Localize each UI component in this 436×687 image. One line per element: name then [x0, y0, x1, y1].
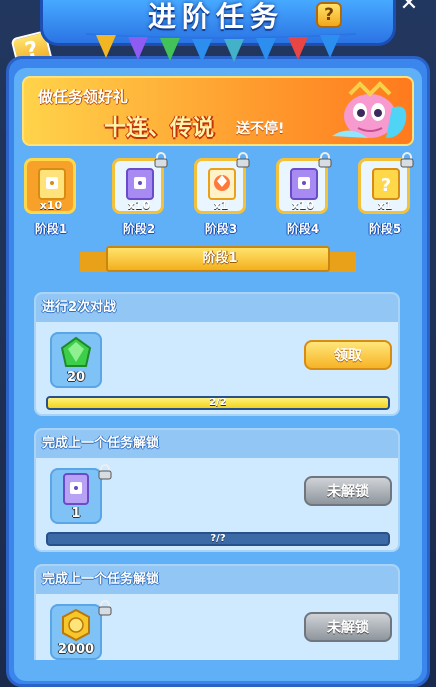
page-title: 进阶任务	[148, 0, 285, 33]
task-header: 进行2次对战	[36, 294, 398, 322]
stage-qty: x10	[291, 199, 315, 212]
stage-tab-2[interactable]: x10 阶段2	[110, 152, 168, 236]
legendary-card-icon	[208, 168, 236, 200]
stage-tab-3[interactable]: x1 阶段3	[192, 152, 250, 236]
stage-label: 阶段2	[122, 222, 156, 236]
stage-tab-5[interactable]: ? x1 阶段5	[356, 152, 414, 236]
stage-card: x10	[24, 158, 76, 214]
task-card: 进行2次对战 20 领取 2/2	[34, 292, 400, 416]
lock-icon	[236, 152, 250, 168]
close-button[interactable]: ✕	[396, 0, 422, 15]
card-pack-icon	[63, 473, 89, 505]
task-title: 完成上一个任务解锁	[42, 436, 160, 451]
stage-qty: x10	[127, 199, 151, 212]
progress-bar: ?/?	[46, 532, 390, 546]
task-header: 完成上一个任务解锁	[36, 566, 398, 594]
lock-icon	[154, 152, 168, 168]
task-title: 进行2次对战	[42, 300, 117, 315]
task-header: 完成上一个任务解锁	[36, 430, 398, 458]
progress-bar: 2/2	[46, 396, 390, 410]
task-card: 完成上一个任务解锁 1 未解锁 ?/?	[34, 428, 400, 552]
lock-icon	[400, 152, 414, 168]
gold-coin-icon	[62, 608, 90, 642]
promo-tagline: 送不停!	[236, 121, 285, 137]
lock-icon	[318, 152, 332, 168]
svg-text:?: ?	[381, 175, 391, 196]
task-card: 完成上一个任务解锁 2000 未解锁	[34, 564, 400, 660]
stage-qty: x1	[377, 199, 393, 212]
reward-qty: 2000	[57, 642, 95, 657]
lock-icon	[98, 600, 112, 616]
mascot-icon	[332, 81, 407, 138]
stage-label: 阶段4	[286, 222, 320, 236]
stage-tab-1[interactable]: x10 阶段1	[22, 152, 80, 236]
purple-card-icon	[126, 168, 154, 200]
help-button[interactable]: ?	[316, 2, 342, 28]
stage-label: 阶段3	[204, 222, 238, 236]
reward-qty: 1	[71, 506, 81, 521]
reward-slot[interactable]: 2000	[50, 600, 112, 660]
purple-card-icon	[290, 168, 318, 200]
green-gem-icon	[60, 336, 92, 367]
claim-button[interactable]: 领取	[304, 340, 392, 370]
stage-qty: x1	[213, 199, 229, 212]
stage-qty: x10	[39, 199, 63, 212]
gold-card-icon	[38, 168, 66, 200]
lock-icon	[98, 464, 112, 480]
stage-title: 阶段1	[202, 251, 238, 266]
locked-button[interactable]: 未解锁	[304, 612, 392, 642]
reward-qty: 20	[66, 370, 86, 385]
mystery-card-icon: ?	[372, 168, 400, 200]
reward-slot[interactable]: 1	[50, 464, 112, 524]
reward-slot[interactable]: 20	[50, 332, 102, 388]
promo-headline: 做任务领好礼	[38, 88, 129, 106]
progress-text: ?/?	[210, 533, 226, 544]
progress-text: 2/2	[209, 397, 227, 408]
task-title: 完成上一个任务解锁	[42, 572, 160, 587]
promo-highlight: 十连、传说	[104, 116, 215, 141]
pennant-garland	[86, 33, 356, 62]
locked-button[interactable]: 未解锁	[304, 476, 392, 506]
stage-label: 阶段5	[368, 222, 402, 236]
promo-banner: 做任务领好礼 十连、传说 送不停!	[22, 76, 414, 146]
task-list[interactable]: 进行2次对战 20 领取 2/2 完成上一个任务解锁 1 未解锁 ?/? 完成上…	[28, 268, 406, 660]
stage-label: 阶段1	[34, 222, 68, 236]
stage-tab-4[interactable]: x10 阶段4	[274, 152, 332, 236]
